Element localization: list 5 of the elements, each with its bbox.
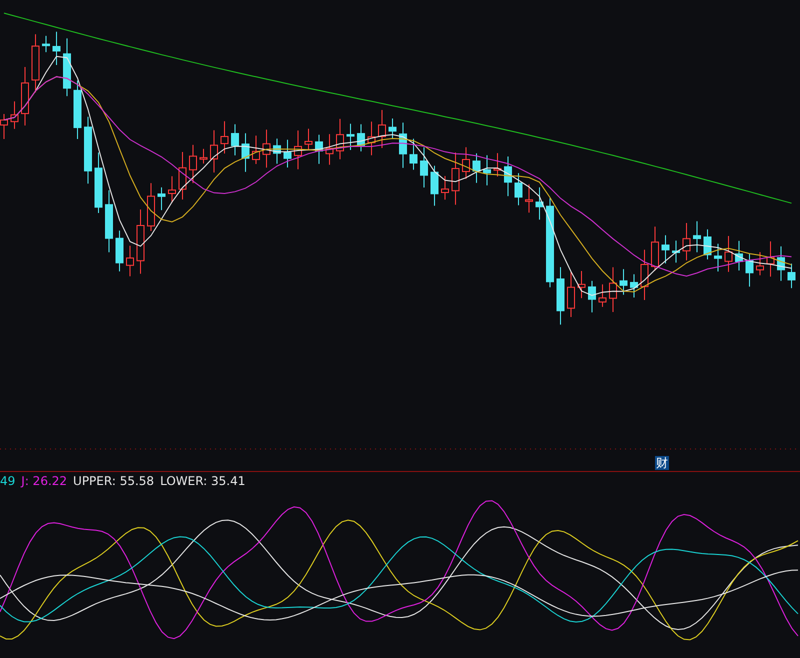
indicator-value: J: 26.22 [21,474,68,488]
indicator-value: 49 [0,474,16,488]
indicator-value: LOWER: 35.41 [160,474,246,488]
finance-badge[interactable]: 财 [655,456,669,470]
indicator-value: UPPER: 55.58 [73,474,154,488]
